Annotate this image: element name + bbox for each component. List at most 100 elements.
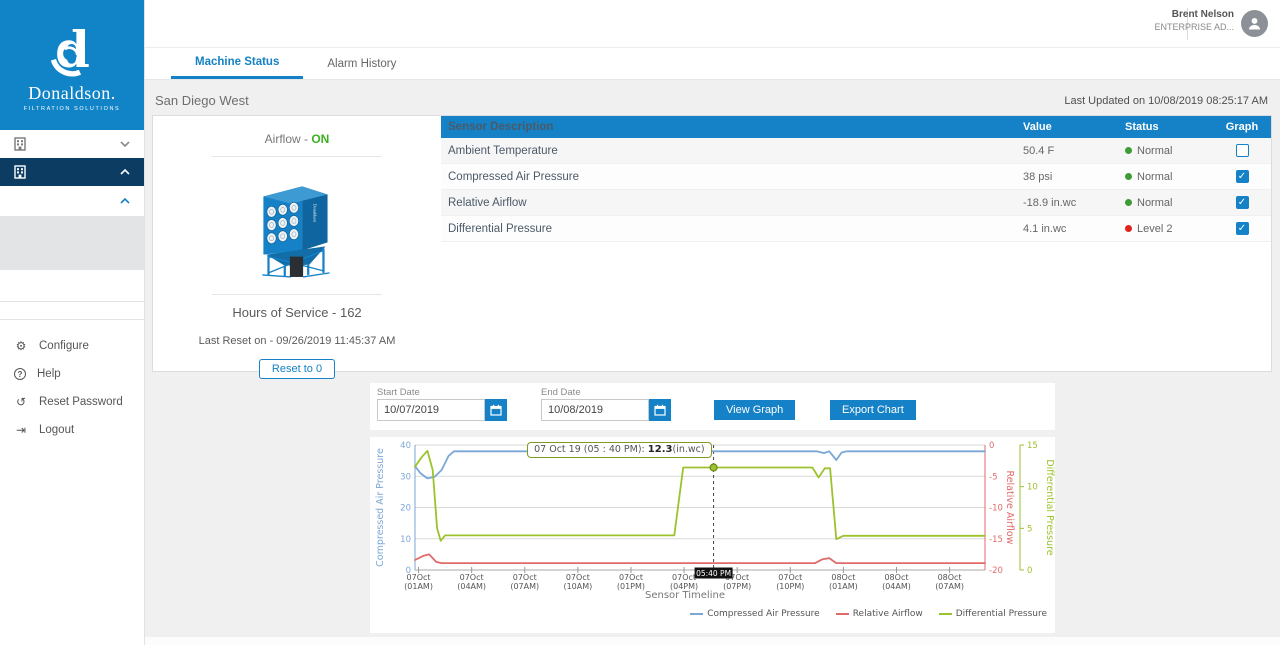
reset-to-0-button[interactable]: Reset to 0 bbox=[259, 359, 335, 379]
status-label: Normal bbox=[1137, 197, 1172, 209]
end-date-calendar-button[interactable] bbox=[649, 399, 671, 421]
svg-text:Differential Pressure: Differential Pressure bbox=[1044, 459, 1055, 555]
sensor-table: Sensor Description Value Status Graph Am… bbox=[441, 116, 1271, 242]
calendar-icon bbox=[490, 404, 502, 416]
tab-machine-status[interactable]: Machine Status bbox=[171, 48, 303, 79]
chart-tooltip: 07 Oct 19 (05 : 40 PM): 12.3(in.wc) bbox=[527, 442, 711, 458]
dust-collector-image: Donaldson bbox=[245, 167, 349, 279]
end-date-input[interactable] bbox=[541, 399, 649, 421]
svg-text:-20: -20 bbox=[989, 566, 1003, 576]
menu-label: Configure bbox=[39, 340, 89, 352]
brand-name: Donaldson. bbox=[28, 83, 116, 104]
sensor-description: Ambient Temperature bbox=[441, 145, 1023, 157]
table-row: Compressed Air Pressure 38 psi Normal ✓ bbox=[441, 164, 1271, 190]
menu-label: Logout bbox=[39, 424, 74, 436]
sensor-chart-svg: 0102030400-5-10-15-20151050Compressed Ai… bbox=[370, 437, 1055, 591]
status-dot bbox=[1125, 173, 1132, 180]
svg-text:08Oct: 08Oct bbox=[938, 573, 962, 582]
hours-of-service: Hours of Service - 162 bbox=[153, 305, 441, 320]
col-graph: Graph bbox=[1213, 121, 1271, 133]
end-date-label: End Date bbox=[541, 387, 581, 398]
sensor-description: Differential Pressure bbox=[441, 223, 1023, 235]
airflow-label: Airflow - bbox=[265, 132, 308, 146]
sidebar-item-reset-password[interactable]: ↺ Reset Password bbox=[0, 388, 144, 416]
sidebar-subgroup-expanded[interactable] bbox=[0, 186, 144, 216]
status-dot bbox=[1125, 199, 1132, 206]
table-row: Relative Airflow -18.9 in.wc Normal ✓ bbox=[441, 190, 1271, 216]
divider bbox=[212, 294, 382, 295]
graph-checkbox[interactable]: ✓ bbox=[1236, 196, 1249, 209]
sensor-value: -18.9 in.wc bbox=[1023, 197, 1125, 209]
help-icon: ? bbox=[14, 368, 26, 380]
sidebar-group-expanded[interactable] bbox=[0, 158, 144, 186]
sensor-value: 50.4 F bbox=[1023, 145, 1125, 157]
divider bbox=[212, 156, 382, 157]
airflow-status: Airflow - ON bbox=[153, 132, 441, 146]
svg-text:0: 0 bbox=[1027, 566, 1032, 576]
tab-alarm-history[interactable]: Alarm History bbox=[303, 48, 420, 79]
export-chart-button[interactable]: Export Chart bbox=[830, 400, 916, 420]
tooltip-value: 12.3 bbox=[648, 444, 673, 455]
top-bar: Brent Nelson ENTERPRISE AD... bbox=[145, 0, 1280, 48]
legend-item: Compressed Air Pressure bbox=[690, 609, 819, 619]
graph-controls-panel: Start Date End Date bbox=[370, 383, 1055, 430]
x-axis-title: Sensor Timeline bbox=[370, 590, 1000, 601]
brand-logo: d Donaldson. FILTRATION SOLUTIONS bbox=[0, 0, 144, 130]
sensor-chart-panel: 0102030400-5-10-15-20151050Compressed Ai… bbox=[370, 437, 1055, 633]
machine-status-card: Airflow - ON bbox=[152, 115, 1272, 372]
svg-text:07Oct: 07Oct bbox=[566, 573, 590, 582]
last-updated-label: Last Updated on 10/08/2019 08:25:17 AM bbox=[1064, 95, 1268, 107]
start-date-input[interactable] bbox=[377, 399, 485, 421]
last-reset-label: Last Reset on - 09/26/2019 11:45:37 AM bbox=[153, 335, 441, 347]
legend-swatch bbox=[836, 613, 849, 615]
graph-checkbox[interactable]: ✓ bbox=[1236, 222, 1249, 235]
chart-legend: Compressed Air Pressure Relative Airflow… bbox=[690, 609, 1047, 619]
legend-item: Relative Airflow bbox=[836, 609, 923, 619]
svg-text:-15: -15 bbox=[989, 535, 1003, 545]
col-status: Status bbox=[1125, 121, 1213, 133]
svg-text:07Oct: 07Oct bbox=[619, 573, 643, 582]
sidebar-item-help[interactable]: ? Help bbox=[0, 360, 144, 388]
start-date-calendar-button[interactable] bbox=[485, 399, 507, 421]
user-avatar[interactable] bbox=[1241, 10, 1268, 37]
sensor-description: Compressed Air Pressure bbox=[441, 171, 1023, 183]
svg-text:-5: -5 bbox=[989, 472, 997, 482]
tab-bar: Machine Status Alarm History bbox=[145, 48, 1280, 80]
sidebar-list-item[interactable] bbox=[0, 302, 144, 320]
sidebar-item-logout[interactable]: ⇥ Logout bbox=[0, 416, 144, 444]
graph-checkbox[interactable] bbox=[1236, 144, 1249, 157]
bottom-strip bbox=[145, 637, 1280, 645]
chevron-down-icon bbox=[120, 141, 130, 147]
reset-icon: ↺ bbox=[14, 395, 28, 409]
svg-text:07Oct: 07Oct bbox=[460, 573, 484, 582]
view-graph-button[interactable]: View Graph bbox=[714, 400, 795, 420]
user-role: ENTERPRISE AD... bbox=[1154, 22, 1234, 32]
chevron-up-icon bbox=[120, 169, 130, 175]
svg-text:20: 20 bbox=[400, 504, 411, 514]
legend-swatch bbox=[939, 613, 952, 615]
user-name: Brent Nelson bbox=[1154, 9, 1234, 20]
col-sensor-description: Sensor Description bbox=[441, 121, 1023, 133]
brand-tagline: FILTRATION SOLUTIONS bbox=[24, 106, 121, 112]
col-value: Value bbox=[1023, 121, 1125, 133]
sidebar-list-item[interactable] bbox=[0, 270, 144, 302]
sensor-chart[interactable]: 0102030400-5-10-15-20151050Compressed Ai… bbox=[370, 437, 1055, 596]
building-icon bbox=[14, 165, 26, 179]
svg-text:0: 0 bbox=[989, 441, 994, 451]
svg-text:07Oct: 07Oct bbox=[778, 573, 802, 582]
sidebar: d Donaldson. FILTRATION SOLUTIONS bbox=[0, 0, 145, 645]
sidebar-selected-item[interactable] bbox=[0, 216, 144, 270]
status-label: Level 2 bbox=[1137, 223, 1172, 235]
donaldson-logo-icon: d bbox=[41, 19, 103, 81]
tooltip-time: 07 Oct 19 (05 : 40 PM): bbox=[534, 444, 648, 455]
graph-checkbox[interactable]: ✓ bbox=[1236, 170, 1249, 183]
start-date-label: Start Date bbox=[377, 387, 420, 398]
status-dot bbox=[1125, 225, 1132, 232]
sensor-value: 4.1 in.wc bbox=[1023, 223, 1125, 235]
app-root: d Donaldson. FILTRATION SOLUTIONS bbox=[0, 0, 1280, 645]
legend-swatch bbox=[690, 613, 703, 615]
sidebar-group-collapsed[interactable] bbox=[0, 130, 144, 158]
menu-label: Help bbox=[37, 368, 61, 380]
svg-text:5: 5 bbox=[1027, 524, 1032, 534]
sidebar-item-configure[interactable]: ⚙ Configure bbox=[0, 332, 144, 360]
